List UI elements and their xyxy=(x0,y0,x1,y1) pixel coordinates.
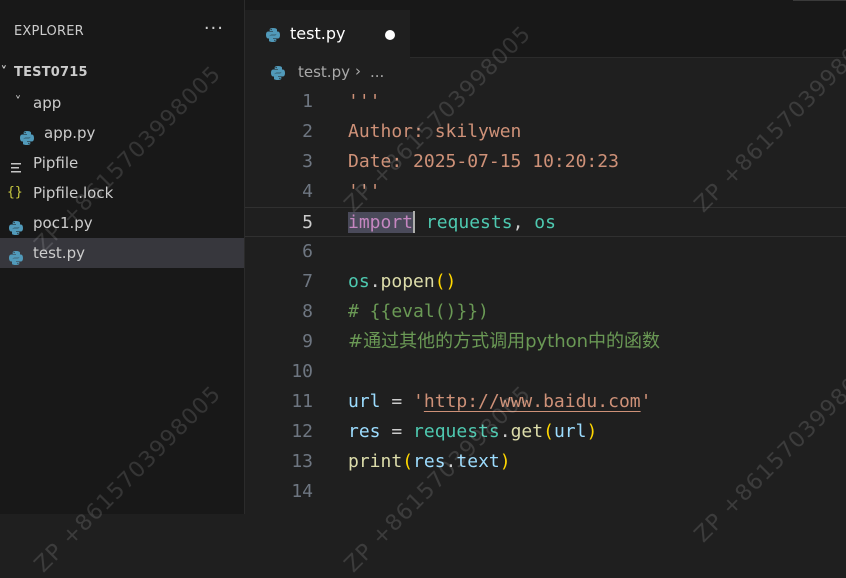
text-file-icon xyxy=(9,156,25,173)
unsaved-dot-icon[interactable] xyxy=(385,30,395,40)
explorer-header: EXPLORER ··· xyxy=(14,18,234,44)
code-line: 11 url = 'http://www.baidu.com' xyxy=(245,387,846,417)
code-text: # {{eval()}}) xyxy=(348,301,489,322)
line-number: 10 xyxy=(291,361,313,382)
code-text: ''' xyxy=(348,181,381,202)
python-file-icon xyxy=(270,65,286,81)
python-file-icon xyxy=(265,27,281,43)
code-text: url = 'http://www.baidu.com' xyxy=(348,391,652,412)
code-editor[interactable]: 1 ''' 2 Author: skilywen 3 Date: 2025-07… xyxy=(245,87,846,514)
python-file-icon xyxy=(8,216,24,235)
explorer-title: EXPLORER xyxy=(14,24,84,39)
code-line: 13 print(res.text) xyxy=(245,447,846,477)
code-text: #通过其他的方式调用python中的函数 xyxy=(348,331,661,352)
line-number: 14 xyxy=(291,481,313,502)
line-number: 9 xyxy=(302,331,313,352)
line-number: 6 xyxy=(302,241,313,262)
tree-item-label: poc1.py xyxy=(33,214,93,232)
tree-item-test-py[interactable]: test.py xyxy=(0,238,244,268)
divider xyxy=(793,0,846,1)
tab-label: test.py xyxy=(290,24,346,43)
breadcrumb-file[interactable]: test.py xyxy=(298,63,350,81)
tree-item-app[interactable]: ˅ app xyxy=(0,88,244,118)
code-text: os.popen() xyxy=(348,271,457,292)
code-line: 6 xyxy=(245,237,846,267)
code-text: ''' xyxy=(348,91,381,112)
keyword-import: import xyxy=(348,212,414,233)
tab-test-py[interactable]: test.py xyxy=(245,10,410,58)
code-line: 2 Author: skilywen xyxy=(245,117,846,147)
line-number: 5 xyxy=(302,212,313,233)
tree-item-app-py[interactable]: app.py xyxy=(0,118,244,148)
python-file-icon xyxy=(19,126,35,145)
tree-item-pipfile[interactable]: Pipfile xyxy=(0,148,244,178)
code-line: 10 xyxy=(245,357,846,387)
code-text: res = requests.get(url) xyxy=(348,421,598,442)
file-tree: ˅ TEST0715 ˅ app app.py Pipfile {} Pipfi… xyxy=(0,58,244,268)
line-number: 3 xyxy=(302,151,313,172)
line-number: 1 xyxy=(302,91,313,112)
tree-item-label: TEST0715 xyxy=(14,65,88,80)
line-number: 12 xyxy=(291,421,313,442)
tree-item-label: app xyxy=(33,94,62,112)
tree-item-label: Pipfile xyxy=(33,154,79,172)
tree-item-label: Pipfile.lock xyxy=(33,184,114,202)
more-actions-icon[interactable]: ··· xyxy=(204,18,224,39)
code-line: 8 # {{eval()}}) xyxy=(245,297,846,327)
code-text: Date: 2025-07-15 10:20:23 xyxy=(348,151,619,172)
tree-item-label: test.py xyxy=(33,244,85,262)
chevron-down-icon: ˅ xyxy=(14,95,22,110)
line-number: 2 xyxy=(302,121,313,142)
json-file-icon: {} xyxy=(7,185,23,200)
tree-item-test0715[interactable]: ˅ TEST0715 xyxy=(0,58,244,88)
code-line: 7 os.popen() xyxy=(245,267,846,297)
code-line: 9 #通过其他的方式调用python中的函数 xyxy=(245,327,846,357)
line-number: 11 xyxy=(291,391,313,412)
code-text: print(res.text) xyxy=(348,451,511,472)
code-line: 4 ''' xyxy=(245,177,846,207)
python-file-icon xyxy=(8,246,24,265)
code-text: Author: skilywen xyxy=(348,121,522,142)
tree-item-label: app.py xyxy=(44,124,96,142)
tree-item-pipfile-lock[interactable]: {} Pipfile.lock xyxy=(0,178,244,208)
line-number: 7 xyxy=(302,271,313,292)
chevron-down-icon: ˅ xyxy=(0,65,8,80)
code-line: 3 Date: 2025-07-15 10:20:23 xyxy=(245,147,846,177)
code-line: 12 res = requests.get(url) xyxy=(245,417,846,447)
code-text: import requests, os xyxy=(348,210,556,233)
tree-item-poc1-py[interactable]: poc1.py xyxy=(0,208,244,238)
line-number: 13 xyxy=(291,451,313,472)
code-line: 1 ''' xyxy=(245,87,846,117)
explorer-sidebar: EXPLORER ··· ˅ TEST0715 ˅ app app.py Pip… xyxy=(0,0,245,514)
line-number: 4 xyxy=(302,181,313,202)
editor-tab-bar: test.py xyxy=(245,0,846,58)
vscode-window: EXPLORER ··· ˅ TEST0715 ˅ app app.py Pip… xyxy=(0,0,846,578)
code-line-current: 5 import requests, os xyxy=(245,207,846,237)
breadcrumb-symbol[interactable]: ... xyxy=(370,63,384,81)
line-number: 8 xyxy=(302,301,313,322)
code-line: 14 xyxy=(245,477,846,507)
chevron-right-icon: › xyxy=(355,62,361,80)
